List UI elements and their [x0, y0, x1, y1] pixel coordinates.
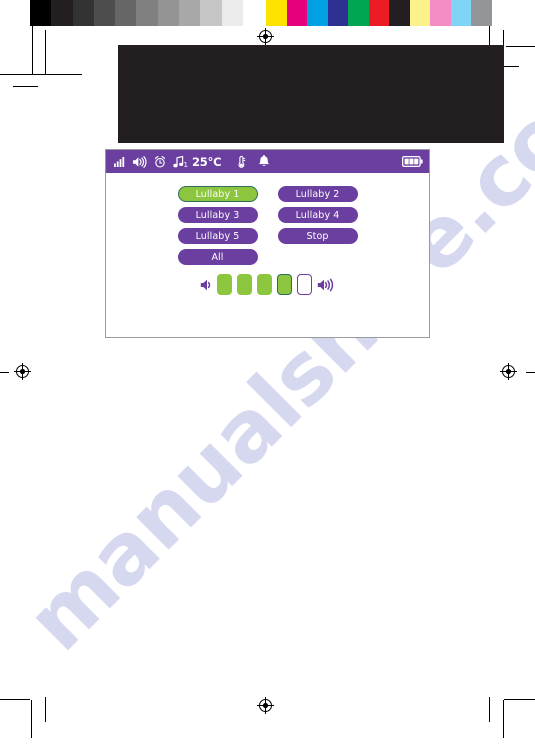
- crop-mark-bottom-right-vertical: [489, 697, 490, 722]
- gray-swatch-8: [179, 0, 201, 26]
- music-note-icon: 1: [173, 155, 188, 169]
- gray-swatch-7: [157, 0, 180, 26]
- crop-mark-bottom-right-horizontal: [504, 699, 535, 700]
- volume-segment-3[interactable]: [257, 274, 272, 295]
- volume-control-row: [106, 274, 429, 295]
- gray-swatch-1: [30, 0, 52, 26]
- registration-target-top: [257, 28, 274, 45]
- all-button[interactable]: All: [177, 249, 258, 265]
- music-note-index: 1: [183, 160, 188, 169]
- color-swatch-5: [348, 0, 369, 26]
- color-swatch-11: [471, 0, 492, 26]
- color-swatch-9: [430, 0, 451, 26]
- status-bar-left-group: 1 25°C: [114, 155, 402, 169]
- color-swatch-1: [266, 0, 287, 26]
- registration-target-bottom: [257, 697, 274, 714]
- volume-segment-2[interactable]: [237, 274, 252, 295]
- signal-strength-icon: [114, 156, 125, 167]
- lullaby-3-button[interactable]: Lullaby 3: [177, 207, 258, 223]
- crop-mark-top-left-vertical-inner: [45, 30, 46, 75]
- alarm-clock-icon: [154, 155, 166, 168]
- color-swatch-7: [389, 0, 410, 26]
- speaker-high-icon: [317, 278, 335, 292]
- crop-mark-bottom-left-vertical: [31, 700, 32, 738]
- device-screen: 1 25°C Lullaby 1 Lullaby 2 Lullaby 3 Lul…: [105, 149, 430, 338]
- crop-mark-bottom-right-vertical-inner: [503, 700, 504, 738]
- gray-swatch-5: [115, 0, 137, 26]
- color-swatch-4: [327, 0, 348, 26]
- crop-mark-top-left-horizontal: [0, 74, 82, 75]
- volume-segment-5[interactable]: [297, 274, 312, 295]
- color-swatch-8: [409, 0, 430, 26]
- lullaby-2-button[interactable]: Lullaby 2: [277, 186, 358, 202]
- lullaby-1-button[interactable]: Lullaby 1: [177, 186, 258, 202]
- speaker-low-icon: [200, 278, 212, 292]
- crop-mark-bottom-left-vertical-inner: [45, 697, 46, 722]
- gray-swatch-10: [221, 0, 243, 26]
- gray-swatch-4: [93, 0, 116, 26]
- color-swatch-2: [286, 0, 307, 26]
- color-swatch-group: [266, 0, 492, 26]
- registration-target-right: [500, 363, 517, 380]
- gray-swatch-6: [136, 0, 158, 26]
- screen-body: Lullaby 1 Lullaby 2 Lullaby 3 Lullaby 4 …: [106, 173, 429, 337]
- speaker-volume-icon: [132, 155, 147, 168]
- volume-segment-4[interactable]: [277, 274, 292, 295]
- battery-icon: [402, 156, 423, 167]
- crop-mark-right-center-tick: [526, 372, 535, 373]
- grid-empty-slot: [278, 249, 358, 265]
- thermometer-icon: [237, 155, 246, 168]
- status-bar: 1 25°C: [106, 150, 429, 173]
- print-color-calibration-strip: [0, 0, 535, 26]
- temperature-reading: 25°C: [192, 154, 222, 169]
- lullaby-5-button[interactable]: Lullaby 5: [177, 228, 258, 244]
- crop-mark-left-center-tick: [0, 372, 9, 373]
- color-swatch-3: [307, 0, 328, 26]
- crop-mark-top-left-horizontal-inner: [13, 86, 38, 87]
- volume-segment-1[interactable]: [217, 274, 232, 295]
- black-plate-block: [118, 45, 504, 143]
- gray-swatch-2: [51, 0, 73, 26]
- gray-swatch-11: [242, 0, 265, 26]
- gray-swatch-9: [200, 0, 222, 26]
- color-swatch-6: [368, 0, 389, 26]
- color-swatch-10: [450, 0, 471, 26]
- lullaby-4-button[interactable]: Lullaby 4: [277, 207, 358, 223]
- crop-mark-bottom-left-horizontal: [0, 699, 30, 700]
- lullaby-menu-grid: Lullaby 1 Lullaby 2 Lullaby 3 Lullaby 4 …: [106, 186, 429, 265]
- gray-swatch-3: [72, 0, 94, 26]
- stop-button[interactable]: Stop: [277, 228, 358, 244]
- crop-mark-top-left-vertical: [32, 26, 33, 74]
- bell-alert-icon: [258, 155, 270, 168]
- registration-target-left: [14, 363, 31, 380]
- crop-mark-top-right-horizontal: [506, 46, 535, 47]
- grayscale-swatch-group: [30, 0, 265, 26]
